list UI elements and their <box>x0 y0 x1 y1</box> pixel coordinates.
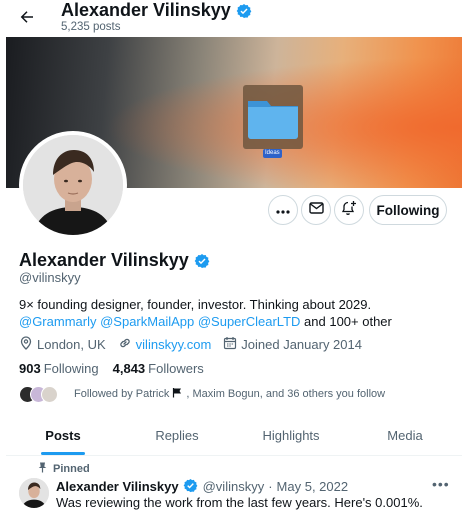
post-author-name[interactable]: Alexander Vilinskyy <box>56 479 179 494</box>
folder-icon <box>243 85 303 149</box>
profile-name-text: Alexander Vilinskyy <box>19 250 189 270</box>
calendar-icon <box>223 336 237 353</box>
location-text: London, UK <box>37 337 106 352</box>
tab-posts[interactable]: Posts <box>6 416 120 455</box>
post-date[interactable]: May 5, 2022 <box>277 479 349 494</box>
post-author-handle[interactable]: @vilinskyy <box>203 479 265 494</box>
followers-count-link[interactable]: 4,843 Followers <box>113 361 204 376</box>
location-icon <box>19 336 33 353</box>
message-button[interactable] <box>301 195 331 225</box>
post-text: Was reviewing the work from the last few… <box>56 495 423 510</box>
followed-by[interactable]: Followed by Patrick , Maxim Bogun, and 3… <box>19 384 385 404</box>
more-options-button[interactable] <box>268 195 298 225</box>
bio-mention-superclearltd[interactable]: @SuperClearLTD <box>198 314 301 329</box>
followers-label: Followers <box>148 361 204 376</box>
website-item: vilinskyy.com <box>118 336 212 353</box>
pinned-label: Pinned <box>53 463 90 475</box>
post-header: Alexander Vilinskyy @vilinskyy · May 5, … <box>56 478 348 494</box>
mail-icon <box>308 201 324 219</box>
more-icon <box>276 201 290 219</box>
pin-icon <box>38 462 47 476</box>
followers-count: 4,843 <box>112 361 146 376</box>
following-count-link[interactable]: 903 Following <box>19 361 99 376</box>
back-arrow-icon[interactable] <box>14 4 40 30</box>
profile-bio: 9× founding designer, founder, investor.… <box>19 296 459 330</box>
following-button[interactable]: Following <box>369 195 447 225</box>
avatar[interactable] <box>19 131 127 239</box>
flag-icon <box>172 387 183 401</box>
profile-handle: @vilinskyy <box>19 270 81 285</box>
profile-tabs: Posts Replies Highlights Media <box>6 416 462 456</box>
location-item: London, UK <box>19 336 106 353</box>
folder-label: Ideas <box>263 149 282 158</box>
following-label: Following <box>43 361 99 376</box>
pinned-indicator: Pinned <box>38 462 90 476</box>
followed-by-prefix: Followed by Patrick <box>74 388 170 400</box>
verified-badge-icon <box>183 478 199 494</box>
website-link[interactable]: vilinskyy.com <box>136 337 212 352</box>
top-profile-name: Alexander Vilinskyy <box>61 0 252 21</box>
follow-counts: 903 Following 4,843 Followers <box>19 361 204 376</box>
avatar-photo <box>23 135 123 235</box>
link-icon <box>118 336 132 353</box>
bio-mention-sparkmailapp[interactable]: @SparkMailApp <box>100 314 194 329</box>
posts-count: 5,235 posts <box>61 21 121 33</box>
verified-badge-icon <box>236 3 252 19</box>
bio-text: 9× founding designer, founder, investor.… <box>19 297 372 312</box>
followed-by-suffix: , Maxim Bogun, and 36 others you follow <box>186 388 386 400</box>
bio-mention-grammarly[interactable]: @Grammarly <box>19 314 96 329</box>
post-more-icon[interactable]: ••• <box>432 476 450 492</box>
tab-highlights[interactable]: Highlights <box>234 416 348 455</box>
followed-by-text: Followed by Patrick , Maxim Bogun, and 3… <box>74 387 385 401</box>
verified-badge-icon <box>194 253 210 269</box>
profile-meta: London, UK vilinskyy.com Joined January … <box>19 336 374 353</box>
joined-text: Joined January 2014 <box>241 337 362 352</box>
following-count: 903 <box>19 361 41 376</box>
notify-plus-icon <box>341 200 357 221</box>
tab-media[interactable]: Media <box>348 416 462 455</box>
post-avatar[interactable] <box>19 478 49 508</box>
top-name-text: Alexander Vilinskyy <box>61 0 231 20</box>
profile-name: Alexander Vilinskyy <box>19 250 210 271</box>
tab-replies[interactable]: Replies <box>120 416 234 455</box>
bio-suffix: and 100+ other <box>304 314 392 329</box>
top-bar: Alexander Vilinskyy 5,235 posts <box>0 0 474 37</box>
follower-avatar <box>41 385 58 403</box>
joined-item: Joined January 2014 <box>223 336 362 353</box>
post-separator: · <box>268 478 273 494</box>
notifications-button[interactable] <box>334 195 364 225</box>
